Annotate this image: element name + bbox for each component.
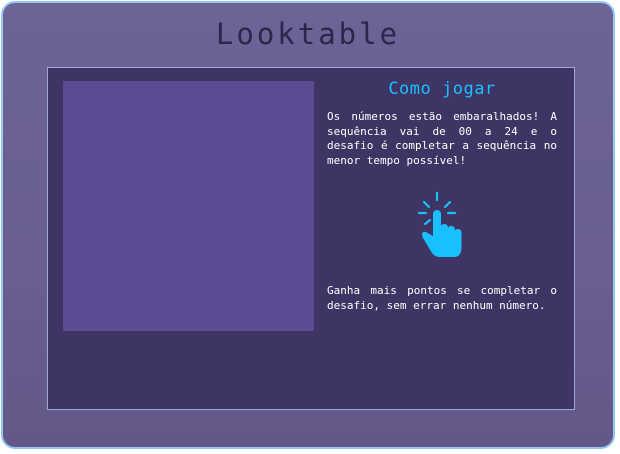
instructions-text-2: Ganha mais pontos se completar o desafio…: [327, 284, 557, 312]
tap-hand-icon: [417, 191, 462, 257]
game-board[interactable]: [63, 81, 314, 331]
instructions-panel: Como jogar Os números estão embaralhados…: [327, 78, 557, 313]
game-panel: Como jogar Os números estão embaralhados…: [47, 67, 575, 410]
game-frame: Looktable Como jogar Os números estão em…: [1, 1, 615, 449]
instructions-text-1: Os números estão embaralhados! A sequênc…: [327, 110, 557, 167]
app-title: Looktable: [215, 17, 401, 51]
tap-hand-icon-wrap: [327, 190, 557, 270]
how-to-play-title: Como jogar: [388, 79, 496, 99]
